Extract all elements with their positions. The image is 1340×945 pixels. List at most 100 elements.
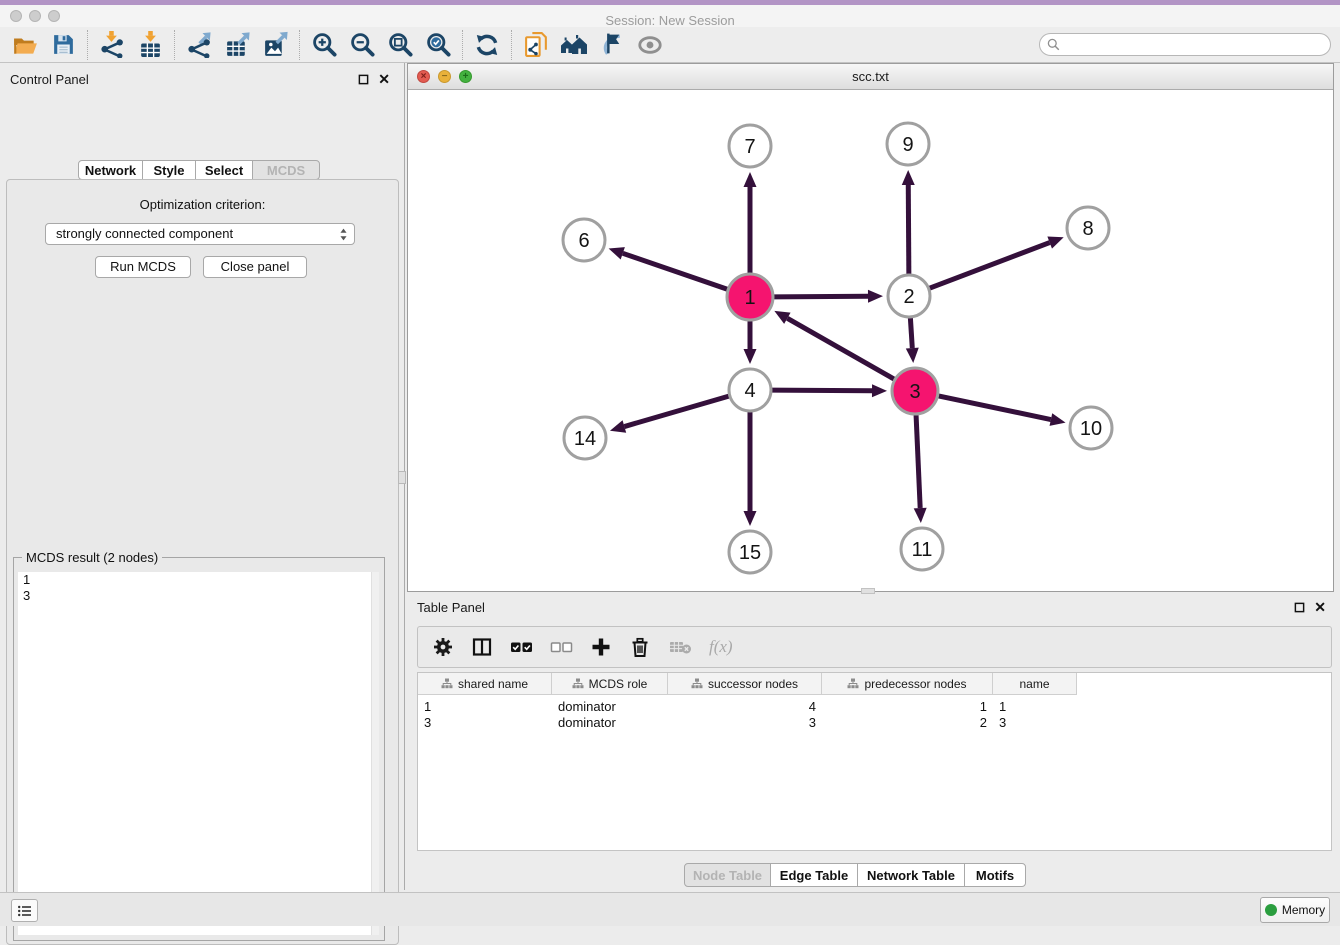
tab-edge-table[interactable]: Edge Table: [770, 863, 858, 887]
close-panel-icon[interactable]: ✕: [378, 73, 390, 85]
refresh-layout-button[interactable]: [468, 29, 506, 61]
mcds-result-group: MCDS result (2 nodes) 1 3: [13, 557, 385, 941]
table-row[interactable]: 3 dominator 3 2 3: [418, 714, 1331, 730]
result-scrollbar[interactable]: [371, 572, 379, 935]
edge-arrowhead: [744, 511, 757, 526]
column-label: predecessor nodes: [864, 677, 966, 691]
mcds-result-line: 1: [18, 572, 379, 588]
search-input[interactable]: [1064, 35, 1330, 54]
criterion-select[interactable]: strongly connected component: [45, 223, 355, 245]
delete-table-icon: [668, 636, 692, 658]
show-hide-button[interactable]: [631, 29, 669, 61]
table-toolbar: f(x): [417, 626, 1332, 668]
edge-arrowhead: [744, 349, 757, 364]
graph-node-label: 8: [1082, 218, 1093, 240]
import-network-button[interactable]: [93, 29, 131, 61]
list-icon: [17, 904, 33, 918]
edge-2-9[interactable]: [908, 185, 909, 274]
style-flag-icon: [599, 31, 626, 58]
shared-column-icon: [572, 678, 584, 690]
graph-node-label: 1: [744, 287, 755, 309]
home-button[interactable]: [555, 29, 593, 61]
homes-icon: [560, 31, 588, 59]
clone-network-icon: [523, 31, 550, 58]
tab-style[interactable]: Style: [142, 160, 196, 180]
edge-3-10[interactable]: [938, 396, 1050, 420]
zoom-in-button[interactable]: [305, 29, 343, 61]
export-network-button[interactable]: [180, 29, 218, 61]
tab-network-table[interactable]: Network Table: [857, 863, 965, 887]
zoom-fit-button[interactable]: [381, 29, 419, 61]
tab-network[interactable]: Network: [78, 160, 143, 180]
column-header-shared-name[interactable]: shared name: [418, 673, 552, 695]
select-all-icon[interactable]: [510, 636, 533, 658]
import-table-button[interactable]: [131, 29, 169, 61]
control-panel: Control Panel ✕ Network Style Select MCD…: [0, 63, 405, 890]
edge-4-3[interactable]: [772, 390, 872, 391]
memory-button[interactable]: Memory: [1260, 897, 1330, 923]
refresh-icon: [474, 32, 500, 58]
apply-style-button[interactable]: [593, 29, 631, 61]
zoom-selected-button[interactable]: [419, 29, 457, 61]
clone-network-button[interactable]: [517, 29, 555, 61]
zoom-out-button[interactable]: [343, 29, 381, 61]
save-floppy-icon: [51, 32, 76, 57]
graph-node-label: 6: [578, 230, 589, 252]
edge-3-1[interactable]: [787, 318, 894, 379]
column-header-successor-nodes[interactable]: successor nodes: [668, 673, 822, 695]
table-row[interactable]: 1 dominator 4 1 1: [418, 698, 1331, 714]
edge-arrowhead: [868, 290, 883, 303]
zoom-out-icon: [349, 31, 376, 58]
float-panel-icon[interactable]: [358, 74, 369, 85]
column-header-mcds-role[interactable]: MCDS role: [552, 673, 668, 695]
graph-node-label: 3: [909, 381, 920, 403]
control-panel-tabs: Network Style Select MCDS: [78, 160, 320, 180]
edge-arrowhead: [744, 172, 757, 187]
graph-node-label: 7: [744, 136, 755, 158]
edge-2-8[interactable]: [930, 243, 1050, 289]
run-mcds-button[interactable]: Run MCDS: [95, 256, 191, 278]
unselect-all-icon[interactable]: [550, 636, 573, 658]
table-panel-window-buttons: ✕: [1294, 601, 1326, 613]
tab-node-table[interactable]: Node Table: [684, 863, 771, 887]
search-icon: [1047, 38, 1060, 51]
edge-2-3[interactable]: [910, 318, 912, 348]
tab-motifs[interactable]: Motifs: [964, 863, 1026, 887]
column-layout-icon[interactable]: [471, 636, 493, 658]
delete-row-icon[interactable]: [629, 636, 651, 658]
add-row-icon[interactable]: [590, 636, 612, 658]
edge-1-6[interactable]: [623, 253, 728, 289]
zoom-fit-icon: [387, 31, 414, 58]
gear-icon[interactable]: [432, 636, 454, 658]
tab-select[interactable]: Select: [195, 160, 253, 180]
network-window-title: scc.txt: [408, 64, 1333, 89]
edge-1-2[interactable]: [774, 296, 868, 297]
mcds-result-textarea[interactable]: 1 3: [18, 572, 379, 935]
export-table-button[interactable]: [218, 29, 256, 61]
edge-arrowhead: [1050, 413, 1066, 426]
search-box[interactable]: [1039, 33, 1331, 56]
memory-status-icon: [1265, 904, 1277, 916]
cell-successor-nodes: 3: [668, 715, 822, 730]
float-panel-icon[interactable]: [1294, 602, 1305, 613]
shared-column-icon: [847, 678, 859, 690]
column-header-name[interactable]: name: [993, 673, 1077, 695]
mcds-result-legend: MCDS result (2 nodes): [22, 550, 162, 565]
cell-shared-name: 3: [418, 715, 552, 730]
cell-predecessor-nodes: 1: [822, 699, 993, 714]
column-header-predecessor-nodes[interactable]: predecessor nodes: [822, 673, 993, 695]
network-canvas[interactable]: 1234678910111415: [408, 89, 1333, 591]
vertical-splitter-grip[interactable]: [398, 471, 406, 484]
export-image-button[interactable]: [256, 29, 294, 61]
cell-predecessor-nodes: 2: [822, 715, 993, 730]
save-session-button[interactable]: [44, 29, 82, 61]
edge-3-11[interactable]: [916, 415, 920, 508]
edge-4-14[interactable]: [624, 396, 729, 426]
import-network-icon: [99, 31, 126, 58]
task-history-button[interactable]: [11, 899, 38, 922]
close-panel-icon[interactable]: ✕: [1314, 601, 1326, 613]
open-file-button[interactable]: [6, 29, 44, 61]
close-panel-button[interactable]: Close panel: [203, 256, 307, 278]
tab-mcds[interactable]: MCDS: [252, 160, 320, 180]
export-table-icon: [224, 31, 251, 58]
